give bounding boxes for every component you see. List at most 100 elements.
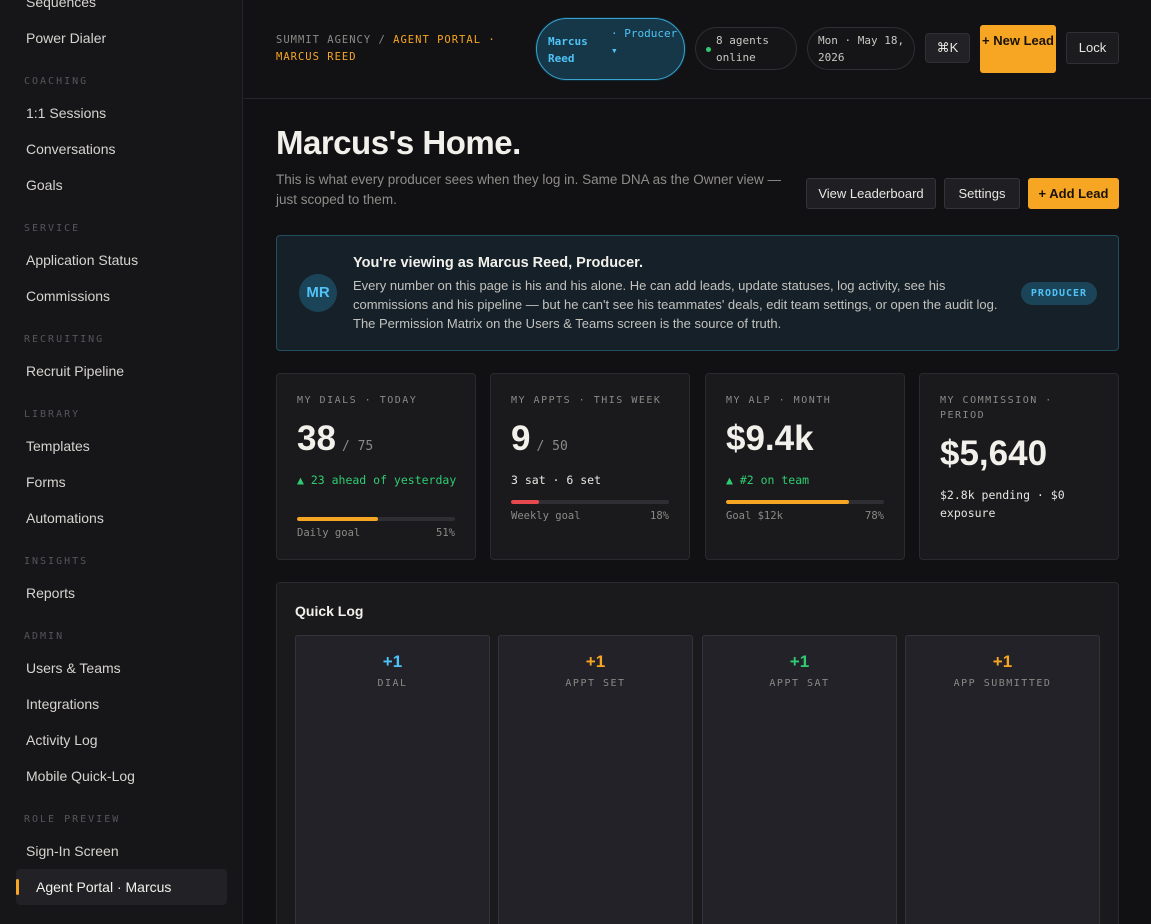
kpi-number: $9.4k	[726, 419, 814, 458]
sidebar-item-label: Agent Portal · Marcus	[36, 879, 172, 895]
kpi-value: $5,640	[940, 434, 1047, 474]
sidebar-item-recruit-pipeline[interactable]: Recruit Pipeline	[0, 353, 227, 389]
kpi-number: 9	[511, 419, 531, 458]
kpi-progress-text: 78%	[865, 510, 884, 522]
view-leaderboard-button[interactable]: View Leaderboard	[806, 178, 936, 209]
role-switcher-name: Marcus Reed	[548, 35, 588, 65]
kpi-card-dials: MY DIALS · TODAY 38 / 75 ▲ 23 ahead of ye…	[276, 373, 476, 560]
sidebar-section-library: LIBRARY	[24, 409, 81, 420]
quick-log-title: Quick Log	[295, 603, 364, 619]
quick-log-plus: +1	[992, 652, 1013, 671]
kpi-label: MY COMMISSION · PERIOD	[940, 395, 1053, 421]
active-indicator	[16, 879, 19, 895]
kpi-note: ▲ #2 on team	[726, 473, 810, 487]
role-switcher[interactable]: Marcus Reed · Producer ▾	[536, 18, 685, 80]
date-text: Mon · May 18, 2026	[818, 34, 905, 64]
kpi-label: MY DIALS · TODAY	[297, 395, 418, 406]
quick-log-plus: +1	[382, 652, 403, 671]
sidebar-section-recruiting: RECRUITING	[24, 334, 105, 345]
kpi-progress-text: 18%	[650, 510, 669, 522]
sidebar-item-automations[interactable]: Automations	[0, 500, 227, 536]
sidebar-item-mobile-quick-log[interactable]: Mobile Quick-Log	[0, 758, 227, 794]
sidebar-item-integrations[interactable]: Integrations	[0, 686, 227, 722]
sidebar-item-users-teams[interactable]: Users & Teams	[0, 650, 227, 686]
role-badge: PRODUCER	[1021, 282, 1097, 305]
kpi-progress-track	[297, 517, 455, 521]
kpi-label: MY APPTS · THIS WEEK	[511, 395, 662, 406]
kpi-number: $5,640	[940, 434, 1048, 473]
kpi-progress-track	[726, 500, 884, 504]
kpi-footer: Daily goal 51%	[297, 527, 455, 539]
sidebar-item-application-status[interactable]: Application Status	[0, 242, 227, 278]
sidebar-section-insights: INSIGHTS	[24, 556, 89, 567]
sidebar-item-sessions[interactable]: 1:1 Sessions	[0, 95, 227, 131]
breadcrumb: SUMMIT AGENCY / AGENT PORTAL · MARCUS RE…	[276, 32, 526, 66]
kpi-note: $2.8k pending · $0 exposure	[940, 488, 1065, 520]
sidebar-section-admin: ADMIN	[24, 631, 65, 642]
sidebar-nav: Sequences Power Dialer COACHING 1:1 Sess…	[0, 0, 242, 905]
kpi-note: ▲ 23 ahead of yesterday	[297, 473, 457, 487]
quick-log-appt-sat-button[interactable]: +1 APPT SAT	[702, 635, 897, 924]
agents-online-chip: 8 agents online	[695, 27, 797, 70]
quick-log-appt-set-button[interactable]: +1 APPT SET	[498, 635, 693, 924]
add-lead-button[interactable]: + Add Lead	[1028, 178, 1119, 209]
kpi-card-commission: MY COMMISSION · PERIOD $5,640 $2.8k pend…	[919, 373, 1119, 560]
quick-log-plus: +1	[789, 652, 810, 671]
kpi-progress-text: 51%	[436, 527, 455, 539]
sidebar-item-conversations[interactable]: Conversations	[0, 131, 227, 167]
kpi-target: / 75	[341, 439, 374, 454]
page-subtitle: This is what every producer sees when th…	[276, 172, 781, 207]
sidebar-section-service: SERVICE	[24, 223, 81, 234]
sidebar-item-power-dialer[interactable]: Power Dialer	[0, 20, 227, 56]
kpi-progress-fill	[511, 500, 540, 504]
new-lead-button[interactable]: + New Lead	[980, 25, 1056, 73]
kpi-footer: Goal $12k 78%	[726, 510, 884, 522]
sidebar-item-sign-in-screen[interactable]: Sign-In Screen	[0, 833, 227, 869]
quick-log-app-submitted-button[interactable]: +1 APP SUBMITTED	[905, 635, 1100, 924]
kpi-card-appts: MY APPTS · THIS WEEK 9 / 50 3 sat · 6 set…	[490, 373, 690, 560]
kpi-progress-track	[511, 500, 669, 504]
banner-title: You're viewing as Marcus Reed, Producer.	[353, 255, 644, 271]
page-title: Marcus's Home.	[276, 124, 521, 161]
sidebar-item-templates[interactable]: Templates	[0, 428, 227, 464]
avatar: MR	[299, 274, 337, 312]
sidebar-item-reports[interactable]: Reports	[0, 575, 227, 611]
quick-log-label: APP SUBMITTED	[953, 678, 1052, 689]
kpi-goal-label: Goal $12k	[726, 510, 783, 522]
agents-online-text: 8 agents online	[716, 34, 769, 64]
lock-button[interactable]: Lock	[1066, 32, 1119, 64]
sidebar-section-role-preview: ROLE PREVIEW	[24, 814, 121, 825]
role-switcher-role: · Producer ▾	[611, 27, 678, 57]
kpi-note: 3 sat · 6 set	[511, 473, 602, 487]
viewing-as-banner: MR You're viewing as Marcus Reed, Produc…	[276, 235, 1119, 351]
kpi-value: $9.4k	[726, 419, 814, 459]
kpi-footer: Weekly goal 18%	[511, 510, 669, 522]
kpi-goal-label: Daily goal	[297, 527, 361, 539]
kpi-target: / 50	[536, 439, 568, 454]
kpi-value: 9 / 50	[511, 419, 568, 459]
quick-log-label: APPT SET	[565, 678, 626, 689]
sidebar-item-goals[interactable]: Goals	[0, 167, 227, 203]
sidebar-item-forms[interactable]: Forms	[0, 464, 227, 500]
banner-body: Every number on this page is his and his…	[353, 278, 998, 331]
online-dot-icon	[706, 47, 711, 52]
sidebar-item-activity-log[interactable]: Activity Log	[0, 722, 227, 758]
kpi-goal-label: Weekly goal	[511, 510, 581, 522]
kpi-number: 38	[297, 419, 336, 458]
kpi-value: 38 / 75	[297, 419, 373, 459]
sidebar: Sequences Power Dialer COACHING 1:1 Sess…	[0, 0, 243, 924]
breadcrumb-agency[interactable]: SUMMIT AGENCY /	[276, 34, 386, 46]
date-chip: Mon · May 18, 2026	[807, 27, 915, 70]
kpi-label: MY ALP · MONTH	[726, 395, 832, 406]
quick-log-dial-button[interactable]: +1 DIAL	[295, 635, 490, 924]
top-bar: SUMMIT AGENCY / AGENT PORTAL · MARCUS RE…	[244, 0, 1151, 99]
sidebar-item-sequences[interactable]: Sequences	[0, 0, 227, 20]
kpi-card-alp: MY ALP · MONTH $9.4k ▲ #2 on team Goal $…	[705, 373, 905, 560]
sidebar-item-commissions[interactable]: Commissions	[0, 278, 227, 314]
quick-log-label: APPT SAT	[769, 678, 830, 689]
quick-log-label: DIAL	[377, 678, 408, 689]
sidebar-item-agent-portal[interactable]: Agent Portal · Marcus	[16, 869, 227, 905]
command-palette-button[interactable]: ⌘K	[925, 33, 970, 63]
settings-button[interactable]: Settings	[944, 178, 1020, 209]
quick-log-plus: +1	[585, 652, 606, 671]
